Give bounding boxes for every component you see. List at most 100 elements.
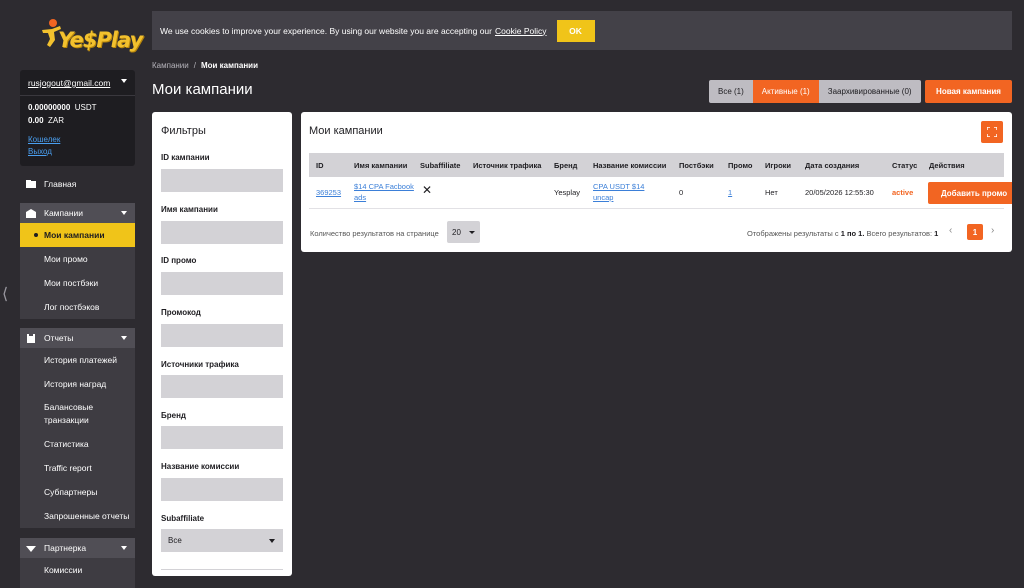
th-postbacks[interactable]: Постбэки [679,161,714,170]
filter-label-campaign-name: Имя кампании [161,205,218,214]
cell-promo[interactable]: 1 [728,187,732,198]
fullscreen-button[interactable] [981,121,1003,143]
active-dot-icon [34,233,38,237]
nav-home[interactable]: Главная [20,176,135,192]
results-range: 1 по 1. [840,229,865,238]
nav-traffic-report[interactable]: Traffic report [20,456,135,480]
breadcrumb-separator: / [193,61,196,70]
results-total-label: Всего результатов: [866,229,933,238]
th-id[interactable]: ID [316,161,324,170]
th-players[interactable]: Игроки [765,161,791,170]
cookie-banner: We use cookies to improve your experienc… [152,11,1012,50]
th-actions: Действия [929,161,965,170]
tab-archived[interactable]: Заархивированные (0) [819,80,921,103]
nav-reward-history[interactable]: История наград [20,372,135,396]
clipboard-icon [27,333,35,343]
th-subaffiliate[interactable]: Subaffiliate [420,161,460,170]
nav-my-campaigns[interactable]: Мои кампании [20,223,135,247]
nav-reports-header[interactable]: Отчеты [20,328,135,348]
page-current[interactable]: 1 [967,224,983,240]
account-dropdown-icon[interactable] [121,79,127,83]
handshake-icon [26,545,36,552]
cookie-ok-button[interactable]: OK [556,19,595,42]
nav-requested-reports[interactable]: Запрошенные отчеты [20,504,135,528]
filter-label-promocode: Промокод [161,308,201,317]
cell-players: Нет [765,188,778,197]
page-title: Мои кампании [152,81,253,98]
cell-name[interactable]: $14 CPA Facbook ads [354,181,414,203]
cell-postbacks: 0 [679,188,684,197]
subaffiliate-select-value: Все [168,536,182,545]
wallet-link[interactable]: Кошелек [28,135,60,144]
th-traffic[interactable]: Источник трафика [473,161,541,170]
results-prefix: Отображены результаты с [747,229,839,238]
tab-active[interactable]: Активные (1) [752,80,819,103]
filter-label-commission-name: Название комиссии [161,462,240,471]
logo[interactable]: Ye$Play [40,18,143,62]
cookie-policy-link[interactable]: Cookie Policy [495,26,547,36]
th-commission[interactable]: Название комиссии [593,161,666,170]
nav-my-campaigns-label: Мои кампании [44,230,105,240]
campaigns-panel: Мои кампании ID Имя кампании Subaffiliat… [301,112,1012,252]
filters-title: Фильтры [161,125,206,137]
status-filter-tabs: Все (1) Активные (1) Заархивированные (0… [709,80,921,103]
th-status[interactable]: Статус [892,161,917,170]
per-page-select[interactable]: 20 [447,221,480,243]
brand-input[interactable] [161,426,283,449]
tab-all[interactable]: Все (1) [709,80,753,103]
prev-page-icon[interactable]: ‹ [949,225,952,236]
th-promo[interactable]: Промо [728,161,753,170]
logout-link[interactable]: Выход [28,147,52,156]
cell-id[interactable]: 369253 [316,187,341,198]
per-page-label: Количество результатов на странице [310,229,439,238]
campaign-id-input[interactable] [161,169,283,192]
sidebar: Ye$Play rusjogout@gmail.com 0.00000000 U… [20,0,143,588]
balance-zar: 0.00 ZAR [28,116,65,125]
new-campaign-button[interactable]: Новая кампания [925,80,1012,103]
nav-partners-header[interactable]: Партнерка [20,538,135,558]
next-page-icon[interactable]: › [991,225,994,236]
campaigns-panel-title: Мои кампании [309,125,383,137]
balance-usdt: 0.00000000 USDT [28,103,97,112]
table-header: ID Имя кампании Subaffiliate Источник тр… [309,153,1004,177]
campaign-name-input[interactable] [161,221,283,244]
sidebar-collapse-arrow[interactable]: ⟨ [2,284,8,304]
cookie-text: We use cookies to improve your experienc… [160,25,492,36]
chevron-down-icon [121,336,127,340]
th-brand[interactable]: Бренд [554,161,577,170]
th-name[interactable]: Имя кампании [354,161,407,170]
add-promo-button[interactable]: Добавить промо [928,182,1012,204]
cell-commission[interactable]: CPA USDT $14 uncap [593,181,655,203]
nav-my-promo[interactable]: Мои промо [20,247,135,271]
traffic-sources-input[interactable] [161,375,283,398]
nav-subpartners[interactable]: Субпартнеры [20,480,135,504]
nav-group-reports: Отчеты История платежей История наград Б… [20,328,135,528]
chevron-down-icon [121,546,127,550]
nav-partners-label: Партнерка [44,543,87,553]
account-email[interactable]: rusjogout@gmail.com [28,78,110,88]
breadcrumb-root[interactable]: Кампании [152,61,189,70]
expand-icon [987,127,997,137]
logo-text: Ye$Play [58,28,143,52]
chevron-down-icon [469,231,475,234]
nav-balance-transactions[interactable]: Балансовые транзакции [20,396,135,432]
chevron-down-icon [269,539,275,543]
promocode-input[interactable] [161,324,283,347]
th-created[interactable]: Дата создания [805,161,859,170]
nav-payment-history[interactable]: История платежей [20,348,135,372]
filter-label-campaign-id: ID кампании [161,153,210,162]
chevron-down-icon [121,211,127,215]
filter-label-brand: Бренд [161,411,186,420]
divider [161,569,283,570]
nav-campaigns-header[interactable]: Кампании [20,203,135,223]
nav-my-postbacks[interactable]: Мои постбэки [20,271,135,295]
nav-statistics[interactable]: Статистика [20,432,135,456]
promo-id-input[interactable] [161,272,283,295]
filter-label-traffic-sources: Источники трафика [161,360,239,369]
subaffiliate-select[interactable]: Все [161,529,283,552]
commission-name-input[interactable] [161,478,283,501]
nav-commissions[interactable]: Комиссии [20,558,135,582]
nav-postback-log[interactable]: Лог постбэков [20,295,135,319]
divider [20,95,135,96]
filter-label-subaffiliate: Subaffiliate [161,514,205,523]
